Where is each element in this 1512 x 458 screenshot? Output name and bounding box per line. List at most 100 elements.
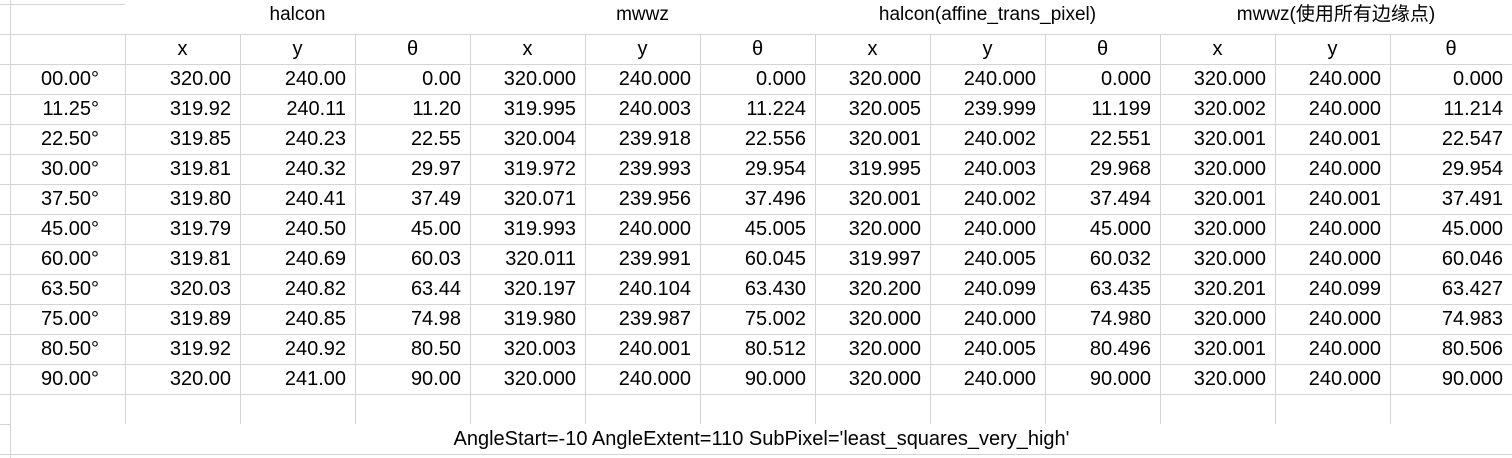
value-cell[interactable]: 74.983 (1390, 304, 1512, 334)
value-cell[interactable]: 240.001 (585, 334, 700, 364)
value-cell[interactable]: 319.993 (470, 214, 585, 244)
value-cell[interactable]: 63.435 (1045, 274, 1160, 304)
value-cell[interactable]: 90.000 (700, 364, 815, 394)
value-cell[interactable]: 240.41 (240, 184, 355, 214)
value-cell[interactable]: 320.002 (1160, 94, 1275, 124)
value-cell[interactable]: 240.00 (240, 64, 355, 94)
group-header-2[interactable]: halcon(affine_trans_pixel) (815, 0, 1160, 34)
value-cell[interactable]: 22.556 (700, 124, 815, 154)
angle-cell[interactable]: 37.50° (11, 184, 125, 214)
value-cell[interactable]: 320.000 (1160, 304, 1275, 334)
angle-cell[interactable]: 60.00° (11, 244, 125, 274)
value-cell[interactable]: 63.427 (1390, 274, 1512, 304)
value-cell[interactable]: 74.98 (355, 304, 470, 334)
angle-cell[interactable]: 00.00° (11, 64, 125, 94)
angle-cell[interactable]: 11.25° (11, 94, 125, 124)
value-cell[interactable]: 240.002 (930, 184, 1045, 214)
value-cell[interactable]: 240.003 (930, 154, 1045, 184)
value-cell[interactable]: 320.000 (470, 364, 585, 394)
value-cell[interactable]: 80.512 (700, 334, 815, 364)
footnote-cell[interactable]: AngleStart=-10 AngleExtent=110 SubPixel=… (11, 424, 1512, 454)
value-cell[interactable]: 320.000 (1160, 64, 1275, 94)
value-cell[interactable]: 320.003 (470, 334, 585, 364)
value-cell[interactable]: 320.005 (815, 94, 930, 124)
value-cell[interactable]: 239.991 (585, 244, 700, 274)
value-cell[interactable]: 80.506 (1390, 334, 1512, 364)
value-cell[interactable]: 37.496 (700, 184, 815, 214)
subheader-cell[interactable]: x (470, 34, 585, 64)
value-cell[interactable]: 320.000 (470, 64, 585, 94)
value-cell[interactable]: 239.987 (585, 304, 700, 334)
value-cell[interactable]: 37.494 (1045, 184, 1160, 214)
subheader-cell[interactable]: θ (355, 34, 470, 64)
subheader-cell[interactable]: θ (700, 34, 815, 64)
subheader-cell[interactable]: θ (1390, 34, 1512, 64)
value-cell[interactable]: 240.001 (1275, 124, 1390, 154)
subheader-cell[interactable]: y (240, 34, 355, 64)
value-cell[interactable]: 240.001 (1275, 184, 1390, 214)
value-cell[interactable]: 320.200 (815, 274, 930, 304)
value-cell[interactable]: 320.03 (125, 274, 240, 304)
value-cell[interactable]: 60.046 (1390, 244, 1512, 274)
value-cell[interactable]: 22.547 (1390, 124, 1512, 154)
value-cell[interactable]: 63.44 (355, 274, 470, 304)
value-cell[interactable]: 45.000 (1390, 214, 1512, 244)
value-cell[interactable]: 29.954 (1390, 154, 1512, 184)
value-cell[interactable]: 320.197 (470, 274, 585, 304)
value-cell[interactable]: 240.000 (930, 304, 1045, 334)
value-cell[interactable]: 60.045 (700, 244, 815, 274)
value-cell[interactable]: 240.099 (930, 274, 1045, 304)
value-cell[interactable]: 239.999 (930, 94, 1045, 124)
value-cell[interactable]: 75.002 (700, 304, 815, 334)
value-cell[interactable]: 319.92 (125, 334, 240, 364)
value-cell[interactable]: 240.000 (1275, 94, 1390, 124)
value-cell[interactable]: 45.000 (1045, 214, 1160, 244)
value-cell[interactable]: 240.85 (240, 304, 355, 334)
value-cell[interactable]: 319.81 (125, 154, 240, 184)
value-cell[interactable]: 319.79 (125, 214, 240, 244)
value-cell[interactable]: 45.00 (355, 214, 470, 244)
value-cell[interactable]: 320.001 (1160, 124, 1275, 154)
value-cell[interactable]: 240.50 (240, 214, 355, 244)
value-cell[interactable]: 240.104 (585, 274, 700, 304)
value-cell[interactable]: 11.20 (355, 94, 470, 124)
value-cell[interactable]: 240.000 (1275, 304, 1390, 334)
value-cell[interactable]: 240.23 (240, 124, 355, 154)
value-cell[interactable]: 240.005 (930, 244, 1045, 274)
value-cell[interactable]: 11.199 (1045, 94, 1160, 124)
value-cell[interactable]: 240.000 (930, 214, 1045, 244)
value-cell[interactable]: 11.214 (1390, 94, 1512, 124)
value-cell[interactable]: 240.92 (240, 334, 355, 364)
value-cell[interactable]: 239.956 (585, 184, 700, 214)
value-cell[interactable]: 319.997 (815, 244, 930, 274)
value-cell[interactable]: 37.49 (355, 184, 470, 214)
value-cell[interactable]: 320.001 (815, 124, 930, 154)
angle-cell[interactable]: 75.00° (11, 304, 125, 334)
value-cell[interactable]: 320.000 (1160, 154, 1275, 184)
value-cell[interactable]: 239.918 (585, 124, 700, 154)
value-cell[interactable]: 0.000 (1045, 64, 1160, 94)
subheader-cell[interactable]: x (125, 34, 240, 64)
value-cell[interactable]: 11.224 (700, 94, 815, 124)
value-cell[interactable]: 45.005 (700, 214, 815, 244)
value-cell[interactable]: 319.995 (470, 94, 585, 124)
value-cell[interactable]: 37.491 (1390, 184, 1512, 214)
value-cell[interactable]: 0.00 (355, 64, 470, 94)
subheader-cell[interactable]: y (930, 34, 1045, 64)
value-cell[interactable]: 29.97 (355, 154, 470, 184)
value-cell[interactable]: 319.89 (125, 304, 240, 334)
value-cell[interactable]: 320.000 (815, 304, 930, 334)
value-cell[interactable]: 0.000 (1390, 64, 1512, 94)
value-cell[interactable]: 320.000 (815, 334, 930, 364)
value-cell[interactable]: 240.000 (1275, 364, 1390, 394)
value-cell[interactable]: 320.00 (125, 64, 240, 94)
subheader-cell[interactable]: y (1275, 34, 1390, 64)
value-cell[interactable]: 320.011 (470, 244, 585, 274)
spreadsheet-grid[interactable]: halcon mwwz halcon(affine_trans_pixel) mwwz… (0, 0, 1512, 458)
value-cell[interactable]: 320.00 (125, 364, 240, 394)
value-cell[interactable]: 240.000 (1275, 64, 1390, 94)
subheader-cell[interactable]: y (585, 34, 700, 64)
value-cell[interactable]: 22.551 (1045, 124, 1160, 154)
value-cell[interactable]: 320.001 (1160, 184, 1275, 214)
value-cell[interactable]: 240.11 (240, 94, 355, 124)
